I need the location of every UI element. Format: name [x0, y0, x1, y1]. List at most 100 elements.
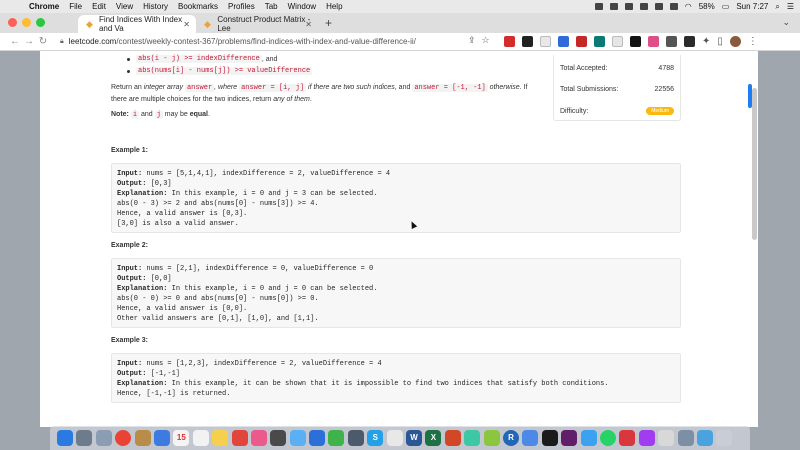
menu-app-name[interactable]: Chrome — [29, 2, 59, 11]
clock[interactable]: Sun 7:27 — [736, 2, 768, 11]
menu-profiles[interactable]: Profiles — [228, 2, 255, 11]
r-icon[interactable]: R — [502, 430, 519, 446]
app-icon[interactable] — [270, 430, 287, 446]
menu-window[interactable]: Window — [288, 2, 316, 11]
close-window-button[interactable] — [8, 18, 17, 27]
app-icon[interactable] — [192, 430, 209, 446]
trash-icon[interactable] — [716, 430, 733, 446]
extension-icon[interactable] — [540, 36, 551, 47]
explanation-line: Other valid answers are [0,1], [1,0], an… — [117, 315, 319, 323]
text: if there are two such indices — [306, 84, 395, 91]
search-icon[interactable]: ⌕ — [775, 2, 779, 12]
address-bar[interactable]: 🔒︎ leetcode.com/contest/weekly-contest-3… — [60, 35, 455, 49]
app-icon[interactable] — [464, 430, 481, 446]
app-icon[interactable] — [309, 430, 326, 446]
excel-icon[interactable]: X — [425, 430, 442, 446]
extension-icon[interactable] — [558, 36, 569, 47]
launchpad-icon[interactable] — [76, 430, 93, 446]
app-icon[interactable] — [212, 430, 229, 446]
bookmark-star-icon[interactable]: ☆ — [482, 35, 490, 46]
tab-search-chevron-icon[interactable]: ⌄ — [782, 17, 790, 28]
app-icon[interactable] — [347, 430, 364, 446]
tab-construct-product-matrix[interactable]: ◆ Construct Product Matrix - Lee ✕ — [196, 15, 318, 33]
status-icon[interactable] — [654, 3, 663, 10]
close-tab-icon[interactable]: ✕ — [183, 20, 190, 29]
app-icon[interactable] — [328, 430, 345, 446]
text: may be — [164, 111, 188, 118]
app-icon[interactable] — [231, 430, 248, 446]
extension-icon[interactable] — [594, 36, 605, 47]
menu-history[interactable]: History — [143, 2, 168, 11]
terminal-icon[interactable] — [541, 430, 558, 446]
reload-icon[interactable]: ↻ — [36, 36, 50, 47]
app-icon[interactable] — [619, 430, 636, 446]
app-icon[interactable] — [95, 430, 112, 446]
wifi-icon[interactable]: ◠ — [685, 2, 692, 11]
menu-view[interactable]: View — [116, 2, 133, 11]
whatsapp-icon[interactable] — [599, 430, 616, 446]
app-icon[interactable] — [289, 430, 306, 446]
stat-value: 22556 — [654, 86, 674, 93]
menu-edit[interactable]: Edit — [92, 2, 106, 11]
status-icon[interactable] — [624, 3, 633, 10]
menu-file[interactable]: File — [69, 2, 82, 11]
profile-avatar[interactable] — [729, 36, 741, 47]
app-icon[interactable]: S — [367, 430, 384, 446]
control-center-icon[interactable]: ☰ — [787, 2, 794, 11]
stat-value: 4788 — [658, 65, 674, 72]
extension-icon[interactable] — [612, 36, 623, 47]
finder-icon[interactable] — [57, 430, 73, 446]
app-icon[interactable] — [522, 430, 539, 446]
app-icon[interactable] — [134, 430, 151, 446]
list-item: abs(nums[i] - nums[j]) >= valueDifferenc… — [127, 65, 313, 77]
close-tab-icon[interactable]: ✕ — [305, 20, 312, 29]
downloads-folder-icon[interactable] — [696, 430, 713, 446]
powerpoint-icon[interactable] — [444, 430, 461, 446]
status-icon[interactable] — [639, 3, 648, 10]
extension-icon[interactable] — [630, 36, 641, 47]
forward-icon[interactable]: → — [22, 36, 36, 47]
tab-find-indices[interactable]: ◆ Find Indices With Index and Va ✕ — [78, 15, 196, 33]
minimize-window-button[interactable] — [22, 18, 31, 27]
inline-code: answer = [i, j] — [239, 84, 307, 92]
menu-bookmarks[interactable]: Bookmarks — [178, 2, 218, 11]
extension-icon[interactable] — [684, 36, 695, 47]
back-icon[interactable]: ← — [8, 36, 22, 47]
app-icon[interactable] — [483, 430, 500, 446]
label: Explanation: — [117, 285, 168, 293]
menu-tab[interactable]: Tab — [265, 2, 278, 11]
bullet-suffix: , and — [261, 55, 278, 63]
scrollbar-thumb[interactable] — [752, 88, 757, 240]
app-icon[interactable] — [153, 430, 170, 446]
extension-icon[interactable] — [522, 36, 533, 47]
extension-icon[interactable] — [666, 36, 677, 47]
label: Input: — [117, 265, 143, 273]
slack-icon[interactable] — [561, 430, 578, 446]
app-icon[interactable] — [677, 430, 694, 446]
status-icon[interactable] — [609, 3, 618, 10]
app-icon[interactable] — [386, 430, 403, 446]
extension-icon[interactable] — [504, 36, 515, 47]
app-icon[interactable] — [580, 430, 597, 446]
photos-icon[interactable] — [250, 430, 267, 446]
status-icon[interactable] — [594, 3, 603, 10]
extension-icon[interactable] — [648, 36, 659, 47]
new-tab-button[interactable]: + — [325, 16, 332, 30]
extensions-puzzle-icon[interactable]: ✦ — [702, 36, 710, 47]
share-icon[interactable]: ⇪ — [468, 35, 476, 46]
zoom-window-button[interactable] — [36, 18, 45, 27]
calendar-icon[interactable]: 15 — [173, 430, 190, 446]
messenger-icon[interactable] — [638, 430, 655, 446]
example-input: Input: nums = [2,1], indexDifference = 0… — [117, 264, 675, 274]
explanation-line: abs(0 - 0) >= 0 and abs(nums[0] - nums[0… — [117, 295, 319, 303]
status-icon[interactable] — [669, 3, 678, 10]
battery-percent[interactable]: 58% — [699, 2, 715, 11]
menu-help[interactable]: Help — [326, 2, 342, 11]
chrome-icon[interactable] — [115, 430, 132, 446]
app-icon[interactable] — [658, 430, 675, 446]
kebab-menu-icon[interactable]: ⋮ — [748, 36, 758, 47]
word-icon[interactable]: W — [406, 430, 423, 446]
side-panel-icon[interactable]: ▯ — [717, 36, 723, 47]
extension-icon[interactable] — [576, 36, 587, 47]
lock-icon[interactable]: 🔒︎ — [60, 38, 64, 46]
